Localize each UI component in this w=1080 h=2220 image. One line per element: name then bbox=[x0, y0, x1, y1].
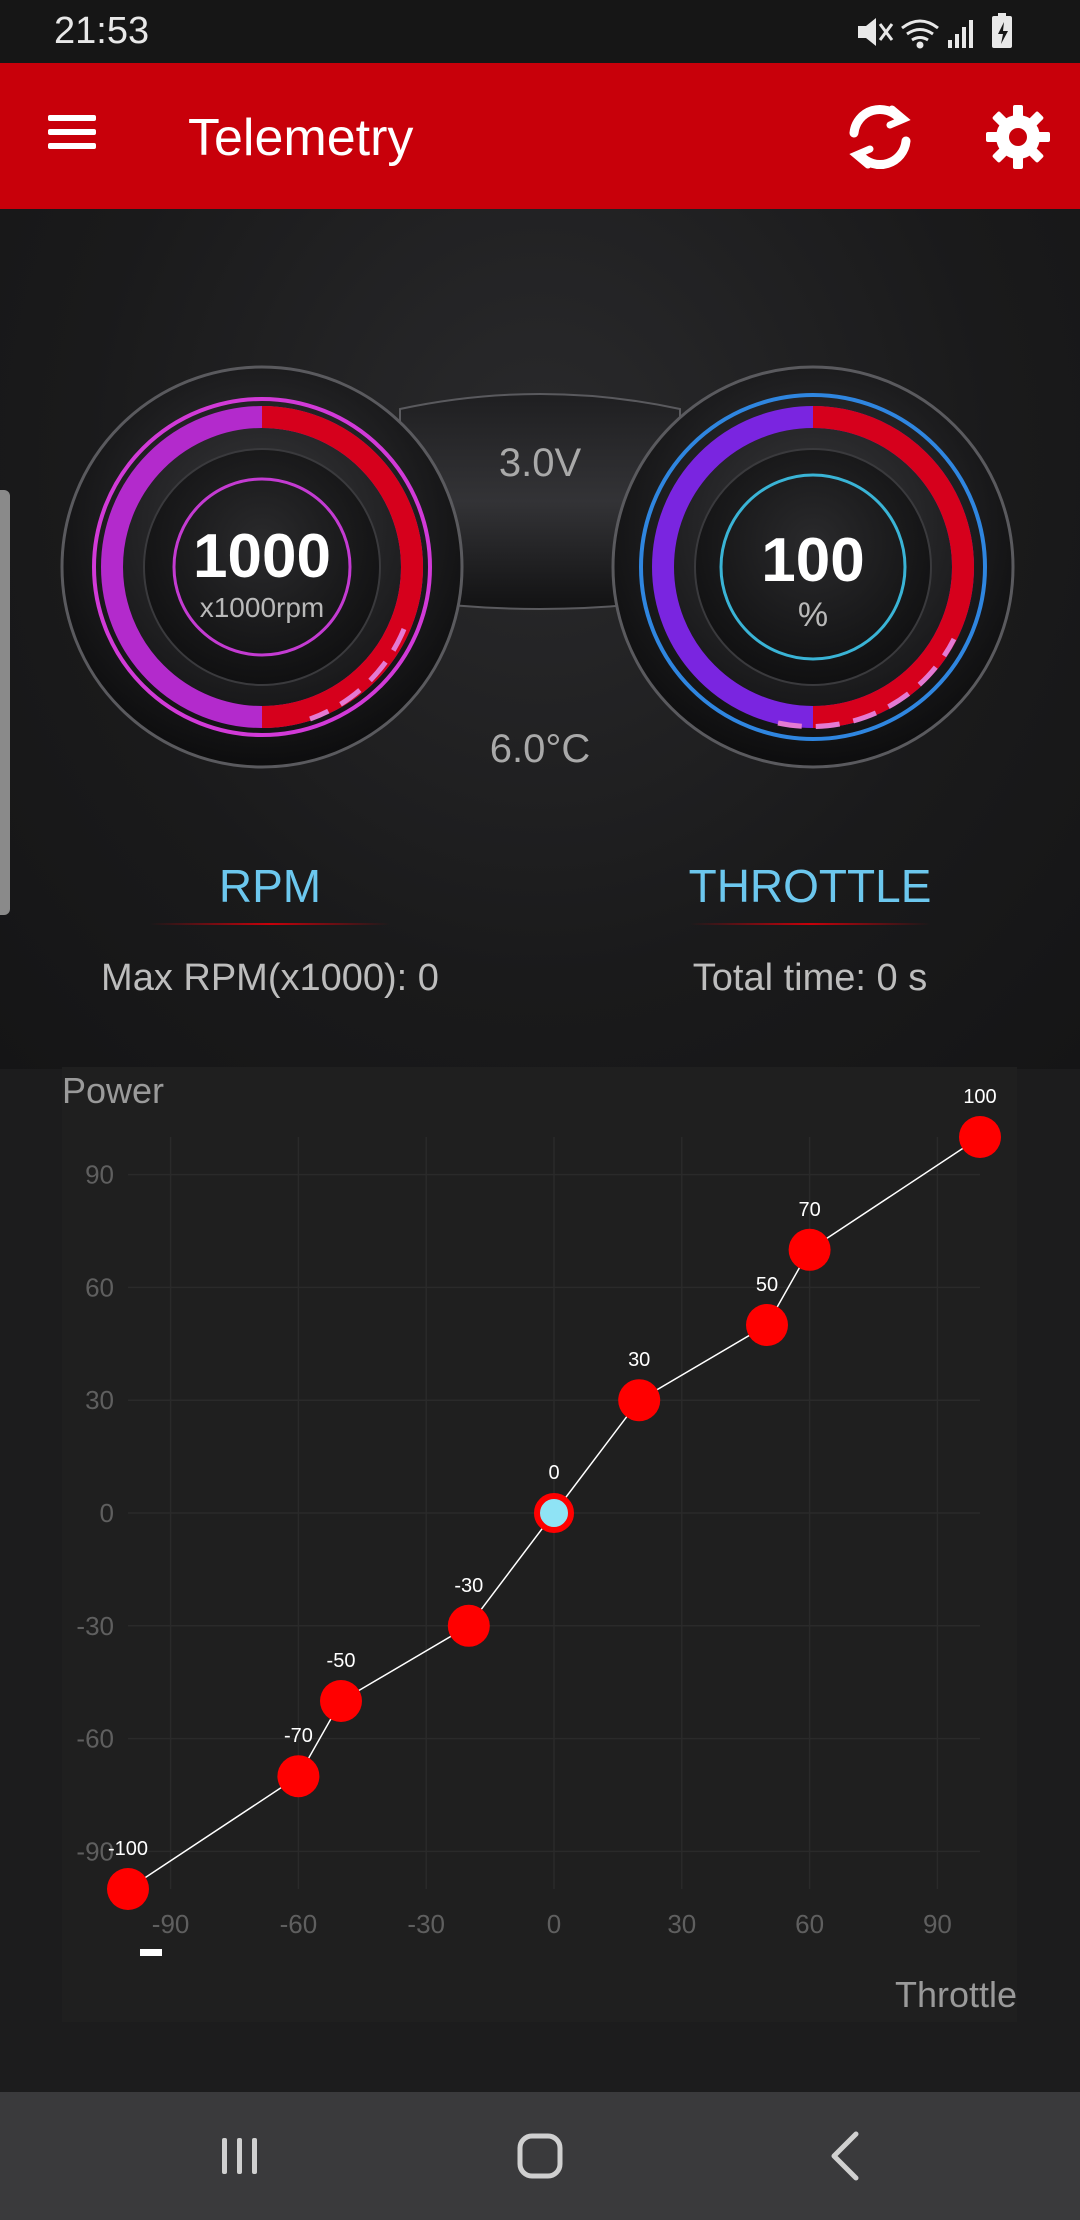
rpm-value: 1000 bbox=[193, 522, 331, 591]
sync-icon bbox=[849, 105, 911, 169]
data-label: 0 bbox=[548, 1462, 559, 1484]
battery-icon bbox=[992, 13, 1012, 48]
throttle-label: THROTTLE bbox=[688, 860, 932, 912]
status-bar: 21:53 bbox=[0, 0, 1080, 63]
gauge-cluster bbox=[60, 365, 1015, 769]
throttle-label-underline bbox=[690, 923, 930, 925]
home-icon bbox=[517, 2133, 563, 2179]
voltage-readout: 3.0V bbox=[498, 441, 582, 485]
data-label: -100 bbox=[108, 1838, 148, 1860]
y-axis-title: Power bbox=[62, 1070, 164, 1111]
sync-button[interactable] bbox=[838, 95, 922, 179]
throttle-value-group: 100 % bbox=[713, 525, 913, 635]
menu-icon bbox=[48, 115, 96, 121]
page-title: Telemetry bbox=[188, 109, 414, 167]
gear-icon bbox=[986, 105, 1050, 169]
x-tick-label: -60 bbox=[280, 1909, 318, 1939]
data-label: 70 bbox=[798, 1199, 820, 1221]
menu-icon-bar bbox=[48, 143, 96, 149]
menu-icon-bar bbox=[48, 129, 96, 135]
total-time-stat: Total time: 0 s bbox=[692, 957, 928, 999]
data-label: -70 bbox=[284, 1725, 313, 1747]
rpm-unit: x1000rpm bbox=[199, 592, 325, 623]
x-axis-title: Throttle bbox=[895, 1974, 1017, 2015]
recents-icon bbox=[222, 2138, 257, 2174]
recents-button[interactable] bbox=[200, 2120, 280, 2192]
data-point[interactable] bbox=[618, 1379, 661, 1422]
data-point[interactable] bbox=[534, 1493, 574, 1533]
power-curve-chart[interactable]: Power Throttle 90 60 30 0 -30 -60 -90 -90 -60 -30 0 3… bbox=[62, 1067, 1017, 2022]
data-label: 100 bbox=[963, 1086, 996, 1108]
x-tick-label: 90 bbox=[923, 1909, 952, 1939]
y-tick-label: -60 bbox=[76, 1724, 114, 1754]
status-time: 21:53 bbox=[54, 10, 150, 52]
x-tick-label: 30 bbox=[667, 1909, 696, 1939]
throttle-value: 100 bbox=[761, 526, 865, 595]
home-button[interactable] bbox=[500, 2120, 580, 2192]
back-icon bbox=[831, 2131, 859, 2181]
y-tick-label: 90 bbox=[85, 1160, 114, 1190]
temperature-readout: 6.0°C bbox=[489, 727, 591, 771]
rpm-value-group: 1000 x1000rpm bbox=[162, 521, 362, 624]
y-tick-label: 0 bbox=[100, 1498, 114, 1528]
data-point[interactable] bbox=[746, 1304, 788, 1346]
data-point[interactable] bbox=[107, 1868, 149, 1910]
settings-button[interactable] bbox=[980, 99, 1056, 175]
data-point[interactable] bbox=[447, 1604, 490, 1647]
x-tick-label: -30 bbox=[407, 1909, 445, 1939]
throttle-unit: % bbox=[797, 596, 829, 634]
data-point[interactable] bbox=[959, 1116, 1001, 1158]
data-point[interactable] bbox=[320, 1680, 362, 1722]
x-tick-label: 0 bbox=[547, 1909, 561, 1939]
mute-icon bbox=[858, 18, 894, 46]
signal-icon bbox=[948, 20, 973, 48]
back-button[interactable] bbox=[806, 2120, 886, 2192]
axis-marker bbox=[140, 1949, 162, 1956]
status-icons bbox=[858, 13, 1012, 49]
max-rpm-stat: Max RPM(x1000): 0 bbox=[101, 957, 439, 999]
wifi-icon bbox=[901, 19, 939, 49]
menu-button[interactable] bbox=[44, 103, 104, 163]
dashboard: 1000 x1000rpm 100 % 3.0V 6.0°C RPM THROT… bbox=[0, 209, 1080, 1069]
data-label: 50 bbox=[756, 1274, 778, 1296]
y-tick-label: 30 bbox=[85, 1385, 114, 1415]
data-label: -30 bbox=[454, 1575, 483, 1597]
rpm-label-underline bbox=[150, 923, 390, 925]
y-tick-label: -30 bbox=[76, 1611, 114, 1641]
drawer-handle[interactable] bbox=[0, 490, 10, 915]
x-tick-label: -90 bbox=[152, 1909, 190, 1939]
chart-svg[interactable]: PowerThrottle9060300-30-60-90-90 -60 -30 0 3… bbox=[62, 1067, 1017, 2022]
app-bar: Telemetry bbox=[0, 63, 1080, 209]
data-label: 30 bbox=[628, 1349, 650, 1371]
x-tick-label: 60 bbox=[795, 1909, 824, 1939]
data-point[interactable] bbox=[788, 1228, 831, 1271]
data-label: -50 bbox=[327, 1650, 356, 1672]
data-point[interactable] bbox=[277, 1755, 320, 1798]
rpm-label: RPM bbox=[218, 860, 322, 912]
y-tick-label: 60 bbox=[85, 1272, 114, 1302]
navigation-bar bbox=[0, 2092, 1080, 2220]
